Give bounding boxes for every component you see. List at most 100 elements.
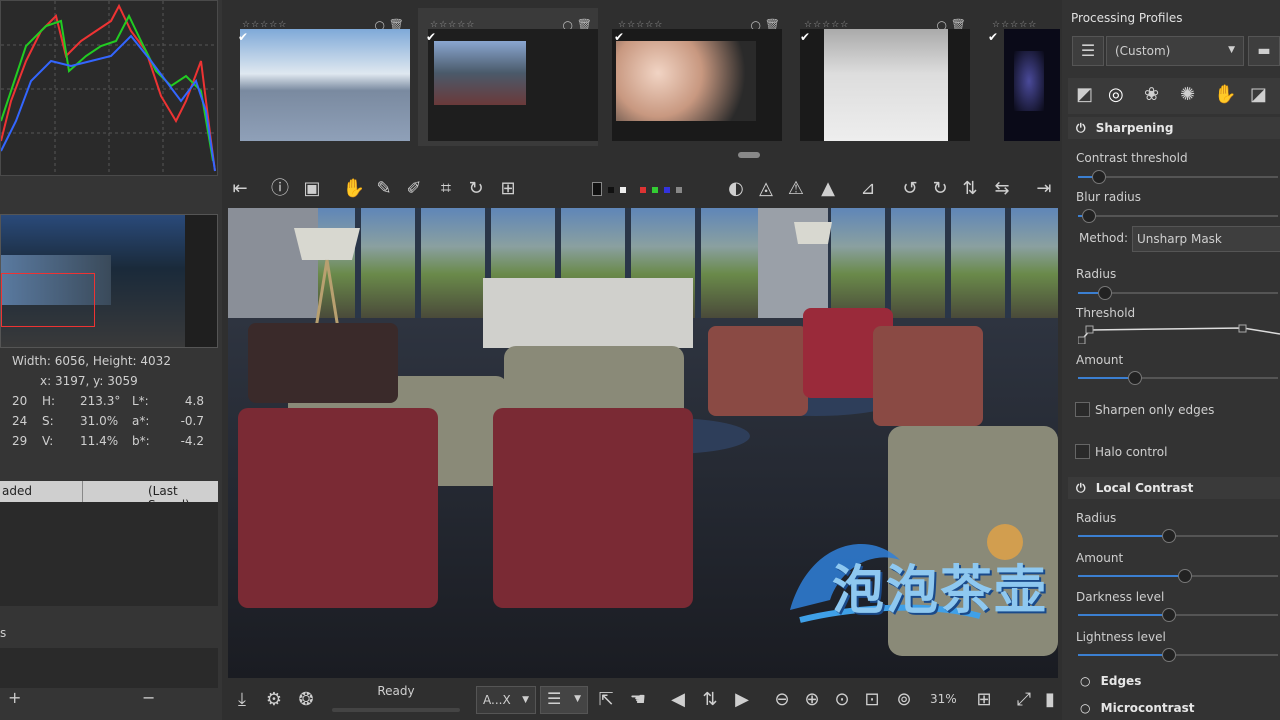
focus-mask-icon[interactable]: ◐ [724, 177, 748, 201]
radius-slider[interactable] [1078, 286, 1278, 300]
warning-icon[interactable]: ⚠ [784, 177, 808, 201]
contrast-threshold-slider[interactable] [1078, 170, 1278, 184]
power-icon[interactable]: ⏻ [1076, 481, 1086, 495]
fullscreen-icon[interactable]: ⤢ [1012, 688, 1036, 712]
zoom-fit-icon[interactable]: ⊙ [830, 688, 854, 712]
lc-amount-slider[interactable] [1078, 569, 1278, 583]
slider-fill [1078, 377, 1134, 379]
local-contrast-title: Local Contrast [1095, 481, 1194, 495]
radio-icon[interactable]: ○ [1080, 674, 1090, 688]
navigator-viewport[interactable] [1, 273, 95, 327]
slider-fill [1078, 654, 1168, 656]
exposure-tab-icon[interactable]: ◩ [1076, 84, 1093, 105]
edges-header[interactable]: ○ Edges [1068, 670, 1280, 692]
white-balance-picker-icon[interactable]: ✎ [372, 177, 396, 201]
detail-tab-icon[interactable]: ◎ [1108, 84, 1124, 105]
profile-select[interactable]: A...X ▼ [476, 686, 536, 714]
history-list[interactable] [0, 502, 218, 606]
crop-icon[interactable]: ⌗ [434, 177, 458, 201]
transform-tab-icon[interactable]: ✋ [1214, 84, 1236, 105]
local-contrast-header[interactable]: ⏻ Local Contrast [1068, 477, 1280, 499]
method-dropdown[interactable]: Unsharp Mask [1132, 226, 1280, 252]
microcontrast-header[interactable]: ○ Microcontrast [1068, 697, 1280, 719]
slider-knob[interactable] [1082, 209, 1096, 223]
slider-knob[interactable] [1128, 371, 1142, 385]
snapshots-list[interactable] [0, 648, 218, 688]
readout-value: 4.8 [184, 394, 204, 408]
profile-list-icon[interactable]: ☰ [1072, 36, 1104, 66]
perspective-icon[interactable]: ⊞ [496, 177, 520, 201]
lc-radius-slider[interactable] [1078, 529, 1278, 543]
halo-control-checkbox[interactable] [1075, 444, 1090, 459]
highlight-clip-icon[interactable]: ▲ [816, 177, 840, 201]
lc-radius-label: Radius [1076, 511, 1117, 525]
raw-tab-icon[interactable]: ◪ [1250, 84, 1267, 105]
power-icon[interactable]: ⏻ [1076, 121, 1086, 135]
sync-icon[interactable]: ⇅ [698, 688, 722, 712]
straighten-icon[interactable]: ↻ [464, 177, 488, 201]
flip-horizontal-icon[interactable]: ⇆ [990, 177, 1014, 201]
main-toolbar: ⇤ ⓘ ▣ ✋ ✎ ✐ ⌗ ↻ ⊞ ◐ ◬ ⚠ ▲ ⊿ ↺ ↻ ⇅ ⇆ ⇥ [226, 172, 1060, 206]
slider-knob[interactable] [1177, 569, 1192, 583]
filmstrip-resize-handle[interactable] [738, 152, 760, 158]
darkness-level-slider[interactable] [1078, 608, 1278, 622]
threshold-curve[interactable] [1077, 322, 1280, 345]
slider-knob[interactable] [1098, 286, 1112, 300]
add-snapshot-button[interactable]: + [8, 688, 21, 707]
thumbnail[interactable]: ☆☆☆☆☆ ✔ [980, 8, 1060, 146]
rotate-left-icon[interactable]: ↺ [898, 177, 922, 201]
slider-knob[interactable] [1162, 608, 1176, 622]
history-col-label[interactable]: aded [2, 484, 32, 498]
hand-tool-icon[interactable]: ✋ [342, 177, 366, 201]
before-after-icon[interactable]: ▣ [300, 177, 324, 201]
main-image-preview[interactable] [228, 208, 1058, 678]
slider-knob[interactable] [1092, 170, 1106, 184]
zoom-out-icon[interactable]: ⊖ [770, 688, 794, 712]
save-icon[interactable]: ⤓ [230, 688, 254, 712]
navigator-preview[interactable] [0, 214, 218, 348]
preview-channel-selector[interactable] [588, 182, 688, 196]
panel-toggle-icon[interactable]: ▮ [1038, 688, 1062, 712]
color-picker-icon[interactable]: ✐ [402, 177, 426, 201]
rotate-right-icon[interactable]: ↻ [928, 177, 952, 201]
collapse-left-icon[interactable]: ⇤ [228, 177, 252, 201]
thumbnail[interactable]: ☆☆☆☆☆ ○ 🗑 ✔ [230, 8, 410, 146]
zoom-fill-icon[interactable]: ⊡ [860, 688, 884, 712]
sharpening-header[interactable]: ⏻ Sharpening [1068, 117, 1280, 139]
advanced-tab-icon[interactable]: ✺ [1180, 84, 1195, 105]
readout-value: 24 [12, 414, 28, 428]
queue-icon[interactable]: ⚙ [262, 688, 286, 712]
radio-icon[interactable]: ○ [1080, 701, 1090, 715]
lightness-level-slider[interactable] [1078, 648, 1278, 662]
thumbnail-image [800, 29, 970, 141]
remove-snapshot-button[interactable]: − [142, 688, 155, 707]
new-window-icon[interactable]: ⊞ [972, 688, 996, 712]
folder-icon[interactable]: ▬ [1248, 36, 1280, 66]
slider-knob[interactable] [1162, 648, 1176, 662]
collapse-right-icon[interactable]: ⇥ [1032, 177, 1056, 201]
hand-icon[interactable]: ☚ [626, 688, 650, 712]
profile-dropdown[interactable]: (Custom) ▼ [1106, 36, 1244, 66]
pointer-icon[interactable]: ⇱ [594, 688, 618, 712]
thumbnail[interactable]: ☆☆☆☆☆ ○ 🗑 ✔ [792, 8, 972, 146]
color-tab-icon[interactable]: ❀ [1144, 84, 1159, 105]
previous-image-icon[interactable]: ◀ [666, 688, 690, 712]
shadow-clip-icon[interactable]: ◬ [754, 177, 778, 201]
method-dropdown-value: Unsharp Mask [1137, 232, 1222, 246]
thumbnail-image [240, 29, 410, 141]
thumbnail[interactable]: ☆☆☆☆☆ ○ 🗑 ✔ [606, 8, 786, 146]
next-image-icon[interactable]: ▶ [730, 688, 754, 712]
slider-knob[interactable] [1162, 529, 1176, 543]
flip-vertical-icon[interactable]: ⇅ [958, 177, 982, 201]
sharpen-edges-checkbox[interactable] [1075, 402, 1090, 417]
zoom-100-icon[interactable]: ⊚ [892, 688, 916, 712]
info-icon[interactable]: ⓘ [268, 177, 292, 201]
amount-slider[interactable] [1078, 371, 1278, 385]
blur-radius-slider[interactable] [1078, 209, 1278, 223]
editor-icon[interactable]: ❂ [294, 688, 318, 712]
gamut-icon[interactable]: ⊿ [856, 177, 880, 201]
thumbnail-selected[interactable]: ☆☆☆☆☆ ○ 🗑 ✔ [418, 8, 598, 146]
thumbnail-image [612, 29, 782, 141]
zoom-in-icon[interactable]: ⊕ [800, 688, 824, 712]
histogram-select[interactable]: ☰ ▼ [540, 686, 588, 714]
